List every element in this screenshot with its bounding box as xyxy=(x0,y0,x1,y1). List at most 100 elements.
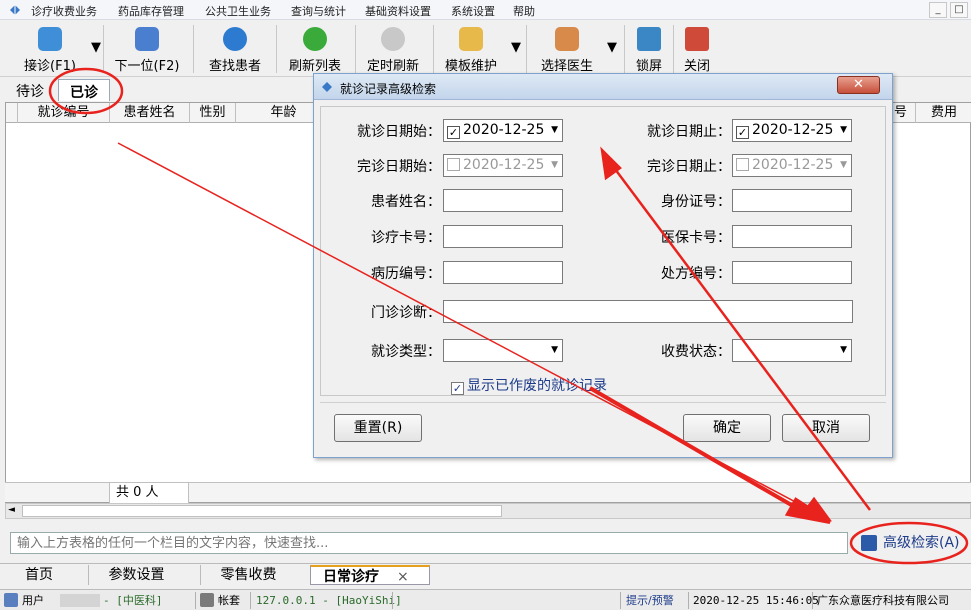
done-end-checkbox[interactable] xyxy=(736,158,749,171)
tab-retail-billing[interactable]: 零售收费 xyxy=(200,565,296,585)
insurance-card-input[interactable] xyxy=(732,225,852,248)
minimize-button[interactable]: _ xyxy=(929,2,947,18)
menu-item-clinic-billing[interactable]: 诊疗收费业务 xyxy=(31,3,97,19)
maximize-button[interactable]: □ xyxy=(950,2,968,18)
status-separator xyxy=(620,592,621,609)
cancel-button[interactable]: 取消 xyxy=(782,414,870,442)
toolbar-separator xyxy=(103,25,104,73)
fee-status-select[interactable]: ▼ xyxy=(732,339,852,362)
toolbar-separator xyxy=(433,25,434,73)
tab-param-settings[interactable]: 参数设置 xyxy=(88,565,184,585)
show-voided-check-icon[interactable]: ✓ xyxy=(451,382,464,395)
status-separator xyxy=(250,592,251,609)
show-voided-checkbox[interactable]: ✓ 显示已作废的就诊记录 xyxy=(451,375,607,395)
tab-close-icon[interactable]: × xyxy=(397,567,409,587)
record-no-input[interactable] xyxy=(443,261,563,284)
find-patient-button[interactable]: 查找患者 xyxy=(200,21,270,77)
department: - [中医科] xyxy=(103,594,163,607)
scroll-left-icon[interactable]: ◄ xyxy=(8,505,15,515)
menu-item-help[interactable]: 帮助 xyxy=(513,3,535,19)
done-end-value: 2020-12-25 xyxy=(752,157,834,173)
chevron-down-icon[interactable]: ▼ xyxy=(551,340,558,361)
diagnosis-input[interactable] xyxy=(443,300,853,323)
visit-type-select[interactable]: ▼ xyxy=(443,339,563,362)
diagnosis-label: 门诊诊断： xyxy=(371,305,441,321)
menu-item-system-settings[interactable]: 系统设置 xyxy=(451,3,495,19)
receive-dropdown-arrow-icon[interactable]: ▼ xyxy=(91,40,101,55)
col-visit-no[interactable]: 就诊编号 xyxy=(18,103,110,123)
app-logo-icon xyxy=(10,5,20,15)
tab-done[interactable]: 已诊 xyxy=(58,79,110,101)
tab-home[interactable]: 首页 xyxy=(6,565,72,585)
ok-button[interactable]: 确定 xyxy=(683,414,771,442)
visit-start-checkbox[interactable]: ✓ xyxy=(447,126,460,139)
server-info: 127.0.0.1 - [HaoYiShi] xyxy=(256,594,402,607)
chevron-down-icon[interactable]: ▼ xyxy=(840,155,847,176)
id-card-input[interactable] xyxy=(732,189,852,212)
patient-name-input[interactable] xyxy=(443,189,563,212)
timed-refresh-button[interactable]: 定时刷新 xyxy=(358,21,428,77)
visit-start-value: 2020-12-25 xyxy=(463,122,545,138)
record-count: 共 0 人 xyxy=(109,483,189,503)
visit-end-date-picker[interactable]: ✓ 2020-12-25 ▼ xyxy=(732,119,852,142)
toolbar-separator xyxy=(624,25,625,73)
visit-start-date-picker[interactable]: ✓ 2020-12-25 ▼ xyxy=(443,119,563,142)
doctor-dropdown-arrow-icon[interactable]: ▼ xyxy=(607,40,617,55)
template-icon xyxy=(459,27,483,51)
visit-start-label: 就诊日期始： xyxy=(357,124,441,140)
receive-patient-button[interactable]: 接诊(F1) xyxy=(12,21,88,77)
refresh-list-button[interactable]: 刷新列表 xyxy=(280,21,350,77)
done-start-label: 完诊日期始： xyxy=(357,159,441,175)
quick-search-input[interactable] xyxy=(10,532,848,554)
monitor-icon xyxy=(637,27,661,51)
prescription-no-input[interactable] xyxy=(732,261,852,284)
dialog-title: 就诊记录高级检索 xyxy=(340,82,437,96)
module-tabs: 首页 参数设置 零售收费 日常诊疗 × xyxy=(0,563,971,585)
lock-screen-button[interactable]: 锁屏 xyxy=(628,21,670,77)
done-start-date-picker[interactable]: 2020-12-25 ▼ xyxy=(443,154,563,177)
advanced-search-button[interactable]: 高级检索(A) xyxy=(855,532,967,554)
user-icon xyxy=(4,593,18,607)
dialog-close-button[interactable]: ✕ xyxy=(837,76,880,94)
done-start-checkbox[interactable] xyxy=(447,158,460,171)
alerts-link[interactable]: 提示/预警 xyxy=(626,593,674,609)
record-no-label: 病历编号： xyxy=(371,266,441,282)
exit-icon xyxy=(685,27,709,51)
horizontal-scrollbar[interactable]: ◄ xyxy=(5,503,971,519)
insurance-card-label: 医保卡号： xyxy=(661,230,731,246)
next-patient-button[interactable]: 下一位(F2) xyxy=(106,21,188,77)
clinic-card-input[interactable] xyxy=(443,225,563,248)
done-end-date-picker[interactable]: 2020-12-25 ▼ xyxy=(732,154,852,177)
select-doctor-button[interactable]: 选择医生 xyxy=(534,21,600,77)
datetime: 2020-12-25 15:46:05 xyxy=(693,594,819,607)
template-maintenance-button[interactable]: 模板维护 xyxy=(438,21,504,77)
menu-item-pharmacy[interactable]: 药品库存管理 xyxy=(118,3,184,19)
tab-waiting[interactable]: 待诊 xyxy=(8,79,52,101)
done-start-value: 2020-12-25 xyxy=(463,157,545,173)
menu-item-query-stats[interactable]: 查询与统计 xyxy=(291,3,346,19)
template-dropdown-arrow-icon[interactable]: ▼ xyxy=(511,40,521,55)
close-button[interactable]: 关闭 xyxy=(676,21,718,77)
menu-bar: 诊疗收费业务 药品库存管理 公共卫生业务 查询与统计 基础资料设置 系统设置 帮… xyxy=(0,0,971,20)
chevron-down-icon[interactable]: ▼ xyxy=(551,120,558,141)
chevron-down-icon[interactable]: ▼ xyxy=(840,340,847,361)
tab-daily-clinic[interactable]: 日常诊疗 × xyxy=(310,565,430,585)
dialog-form: 就诊日期始： ✓ 2020-12-25 ▼ 就诊日期止： ✓ 2020-12-25 ▼ … xyxy=(320,106,886,396)
col-gender[interactable]: 性别 xyxy=(190,103,236,123)
scrollbar-thumb[interactable] xyxy=(22,505,502,517)
chevron-down-icon[interactable]: ▼ xyxy=(551,155,558,176)
toolbar-separator xyxy=(673,25,674,73)
search-icon xyxy=(223,27,247,51)
visit-end-value: 2020-12-25 xyxy=(752,122,834,138)
dialog-title-bar[interactable]: 就诊记录高级检索 ✕ xyxy=(314,74,892,100)
menu-item-base-data[interactable]: 基础资料设置 xyxy=(365,3,431,19)
visit-end-checkbox[interactable]: ✓ xyxy=(736,126,749,139)
col-fee[interactable]: 费用 xyxy=(916,103,971,123)
company-name: 广东众意医疗科技有限公司 xyxy=(817,594,949,607)
menu-item-public-health[interactable]: 公共卫生业务 xyxy=(205,3,271,19)
grid-footer: 共 0 人 xyxy=(5,482,971,503)
chevron-down-icon[interactable]: ▼ xyxy=(840,120,847,141)
col-patient-name[interactable]: 患者姓名 xyxy=(110,103,190,123)
status-separator xyxy=(392,592,393,609)
reset-button[interactable]: 重置(R) xyxy=(334,414,422,442)
